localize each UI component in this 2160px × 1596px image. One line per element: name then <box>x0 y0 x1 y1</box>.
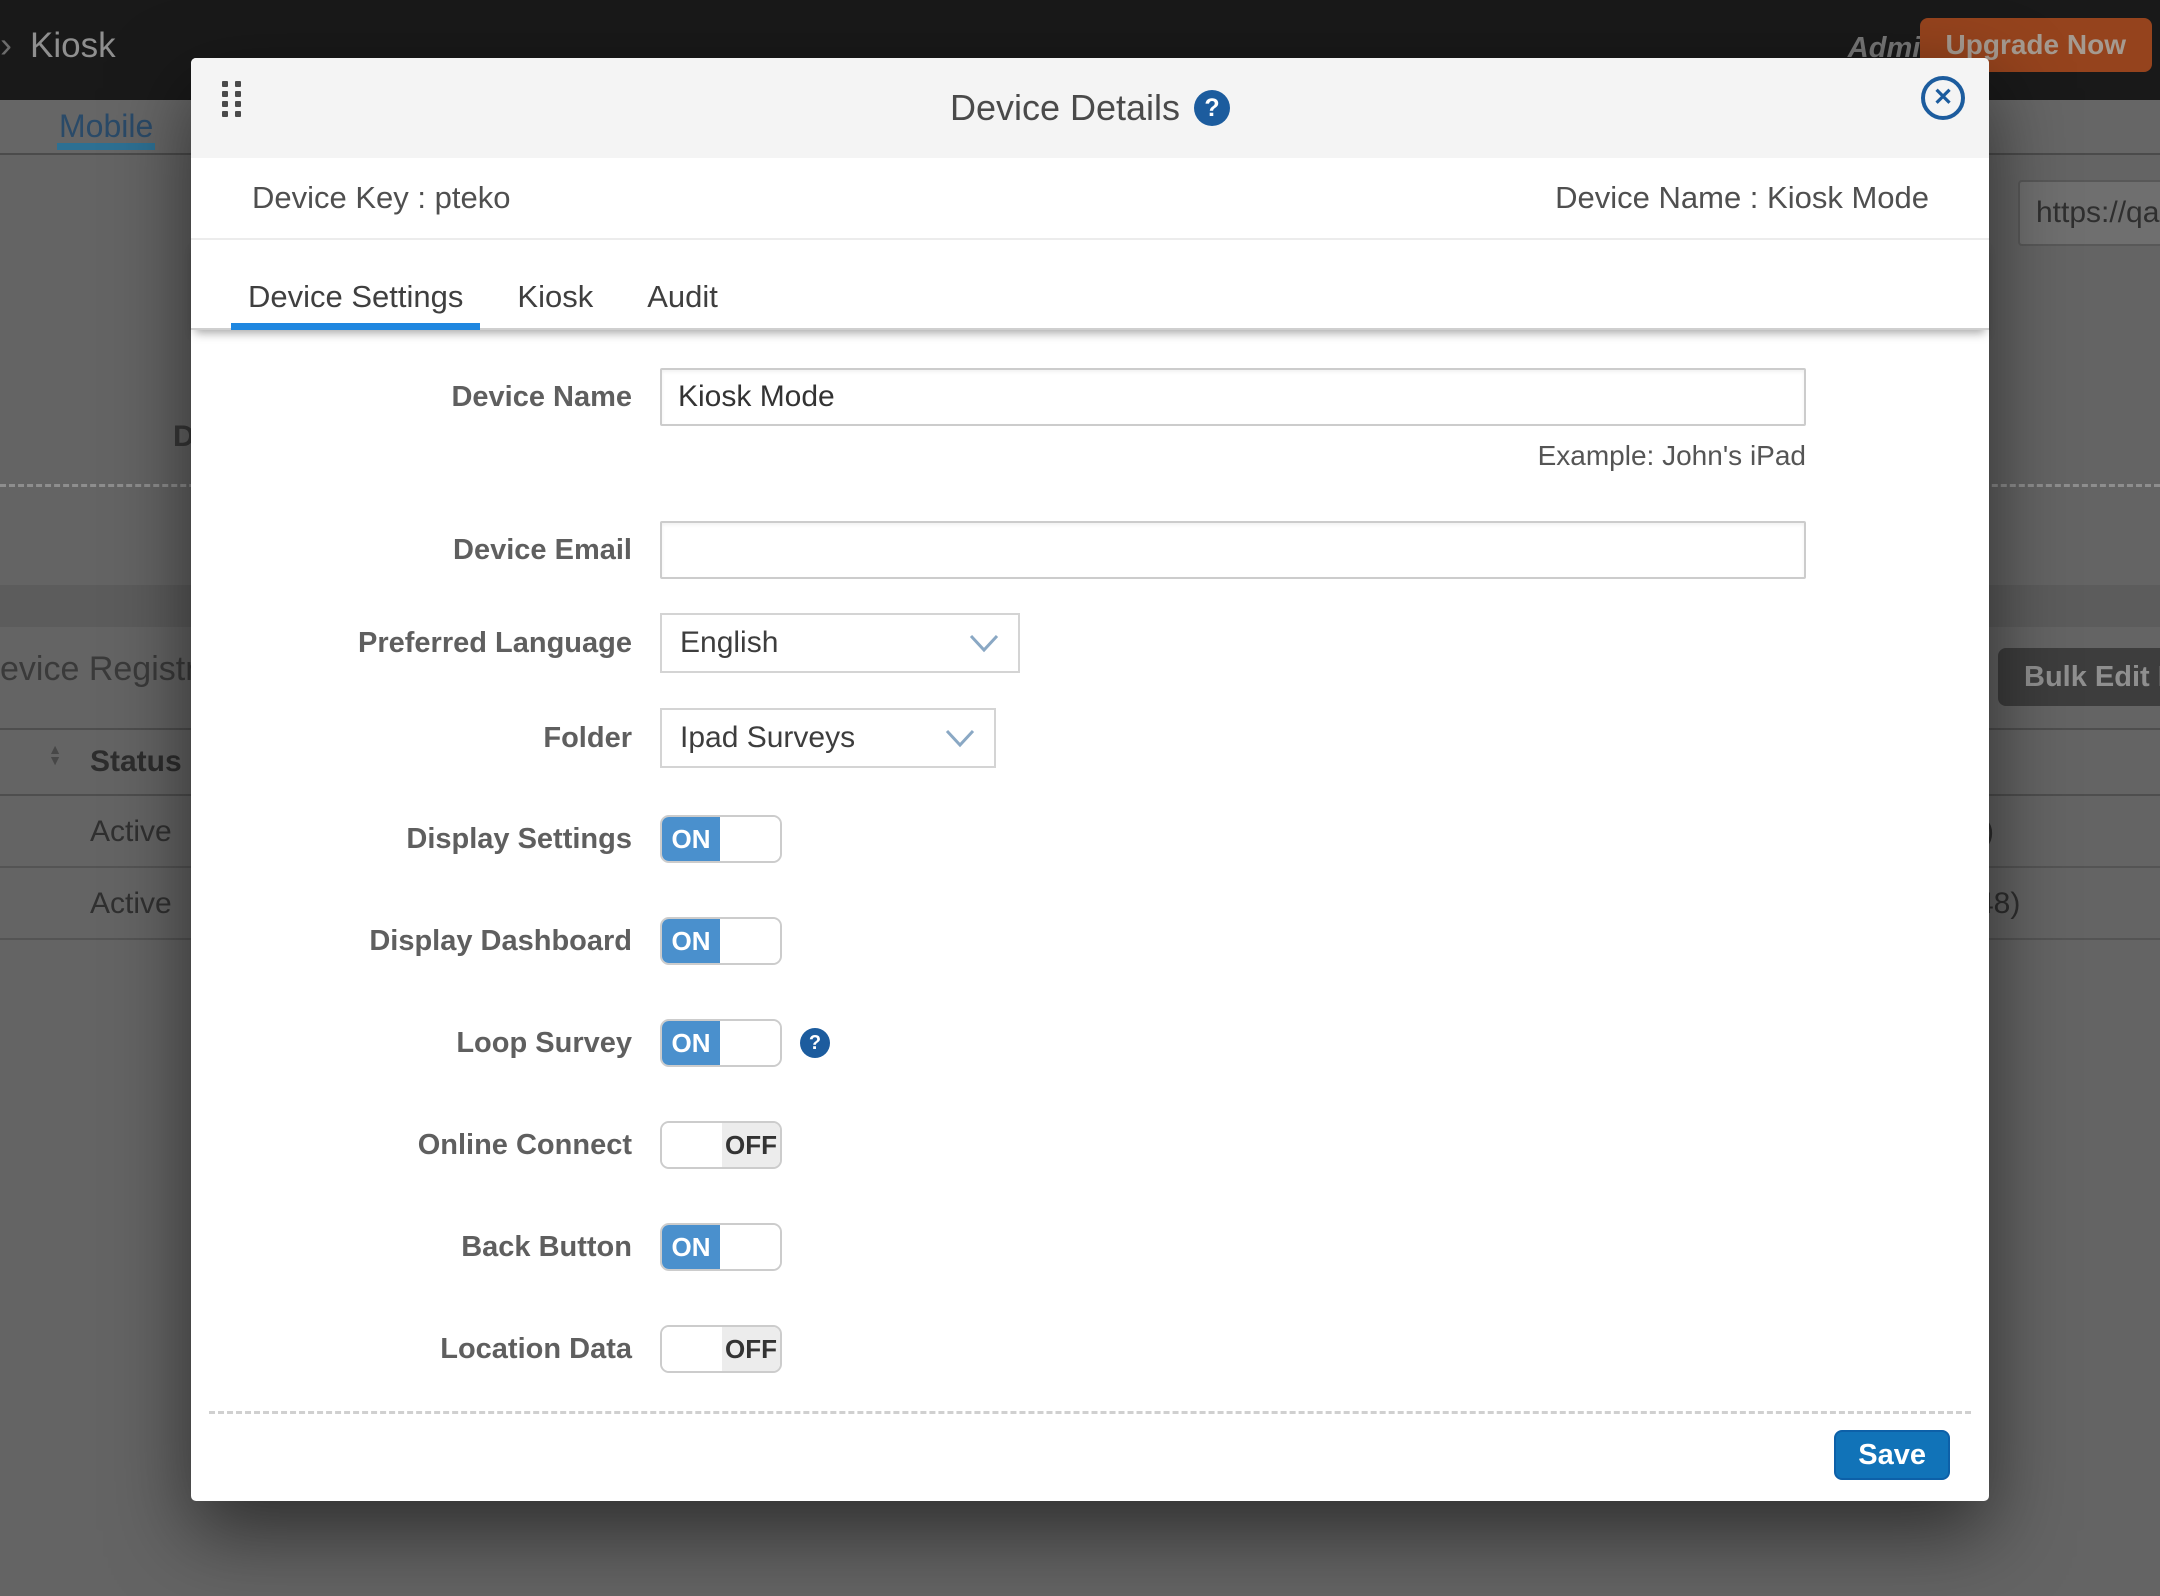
loop-survey-toggle[interactable]: ON <box>660 1019 782 1067</box>
toggle-state-label: ON <box>662 919 720 963</box>
bulk-edit-devices-button[interactable]: Bulk Edit Dev <box>1998 648 2160 706</box>
help-icon[interactable]: ? <box>1194 90 1230 126</box>
folder-value: Ipad Surveys <box>680 721 855 755</box>
device-name-field-label: Device Name <box>191 368 632 426</box>
toggle-state-label: OFF <box>722 1123 780 1167</box>
folder-label: Folder <box>191 708 632 768</box>
chevron-down-icon <box>944 728 976 748</box>
toggle-state-label: OFF <box>722 1327 780 1371</box>
sort-desc-glyph: ▼ <box>48 752 62 768</box>
toggle-knob <box>720 1225 780 1269</box>
online-connect-row: Online Connect OFF <box>191 1121 1989 1169</box>
online-connect-toggle[interactable]: OFF <box>660 1121 782 1169</box>
loop-survey-help-icon[interactable]: ? <box>800 1028 830 1058</box>
preferred-language-label: Preferred Language <box>191 613 632 673</box>
device-registrations-heading: evice Registr <box>0 650 197 689</box>
online-connect-label: Online Connect <box>191 1121 632 1169</box>
back-button-row: Back Button ON <box>191 1223 1989 1271</box>
device-name-input[interactable] <box>660 368 1806 426</box>
location-data-row: Location Data OFF <box>191 1325 1989 1373</box>
device-details-modal: Device Details ? ✕ Device Key : pteko De… <box>191 58 1989 1501</box>
chevron-down-icon <box>968 633 1000 653</box>
screen: › Kiosk Admin Upgrade Now Mobile https:/… <box>0 0 2160 1596</box>
display-settings-row: Display Settings ON <box>191 815 1989 863</box>
display-settings-toggle[interactable]: ON <box>660 815 782 863</box>
toggle-state-label: ON <box>662 1225 720 1269</box>
save-button[interactable]: Save <box>1834 1430 1950 1480</box>
modal-title: Device Details <box>950 87 1180 129</box>
tab-audit[interactable]: Audit <box>630 240 735 328</box>
page-title: Kiosk <box>30 26 116 66</box>
toggle-state-label: ON <box>662 817 720 861</box>
loop-survey-label: Loop Survey <box>191 1019 632 1067</box>
toggle-knob <box>720 1021 780 1065</box>
status-cell: Active <box>90 868 172 940</box>
preferred-language-row: Preferred Language English <box>191 613 1989 673</box>
toggle-knob <box>662 1123 722 1167</box>
tab-device-settings[interactable]: Device Settings <box>231 240 480 328</box>
status-column-header[interactable]: Status <box>90 730 182 794</box>
location-data-label: Location Data <box>191 1325 632 1373</box>
loop-survey-row: Loop Survey ON ? <box>191 1019 1989 1067</box>
device-name-hint: Example: John's iPad <box>660 440 1806 472</box>
folder-select[interactable]: Ipad Surveys <box>660 708 996 768</box>
tab-kiosk[interactable]: Kiosk <box>500 240 610 328</box>
device-key-row: Device Key : pteko Device Name : Kiosk M… <box>191 158 1989 240</box>
toggle-knob <box>720 919 780 963</box>
display-dashboard-label: Display Dashboard <box>191 917 632 965</box>
toggle-knob <box>720 817 780 861</box>
tab-mobile[interactable]: Mobile <box>57 106 155 150</box>
url-input[interactable]: https://qa.q <box>2018 180 2160 246</box>
device-email-input[interactable] <box>660 521 1806 579</box>
modal-tabs: Device Settings Kiosk Audit <box>191 240 1989 330</box>
device-name-row: Device Name <box>191 368 1989 426</box>
folder-row: Folder Ipad Surveys <box>191 708 1989 768</box>
status-cell: Active <box>90 796 172 868</box>
toggle-state-label: ON <box>662 1021 720 1065</box>
location-data-toggle[interactable]: OFF <box>660 1325 782 1373</box>
sort-icon[interactable]: ▲▼ <box>45 744 65 766</box>
display-settings-label: Display Settings <box>191 815 632 863</box>
device-email-field-label: Device Email <box>191 521 632 579</box>
breadcrumb-chevron-icon: › <box>0 24 12 66</box>
preferred-language-select[interactable]: English <box>660 613 1020 673</box>
url-input-value: https://qa.q <box>2020 182 2160 244</box>
modal-header: Device Details ? ✕ <box>191 58 1989 158</box>
close-icon[interactable]: ✕ <box>1921 76 1965 120</box>
device-name-hint-row: Example: John's iPad <box>191 440 1989 474</box>
device-email-row: Device Email <box>191 521 1989 579</box>
footer-dashed-divider <box>209 1411 1971 1414</box>
display-dashboard-toggle[interactable]: ON <box>660 917 782 965</box>
preferred-language-value: English <box>680 626 778 660</box>
device-key-label: Device Key : pteko <box>252 158 510 238</box>
display-dashboard-row: Display Dashboard ON <box>191 917 1989 965</box>
back-button-label: Back Button <box>191 1223 632 1271</box>
toggle-knob <box>662 1327 722 1371</box>
device-name-label: Device Name : Kiosk Mode <box>1555 158 1929 238</box>
back-button-toggle[interactable]: ON <box>660 1223 782 1271</box>
